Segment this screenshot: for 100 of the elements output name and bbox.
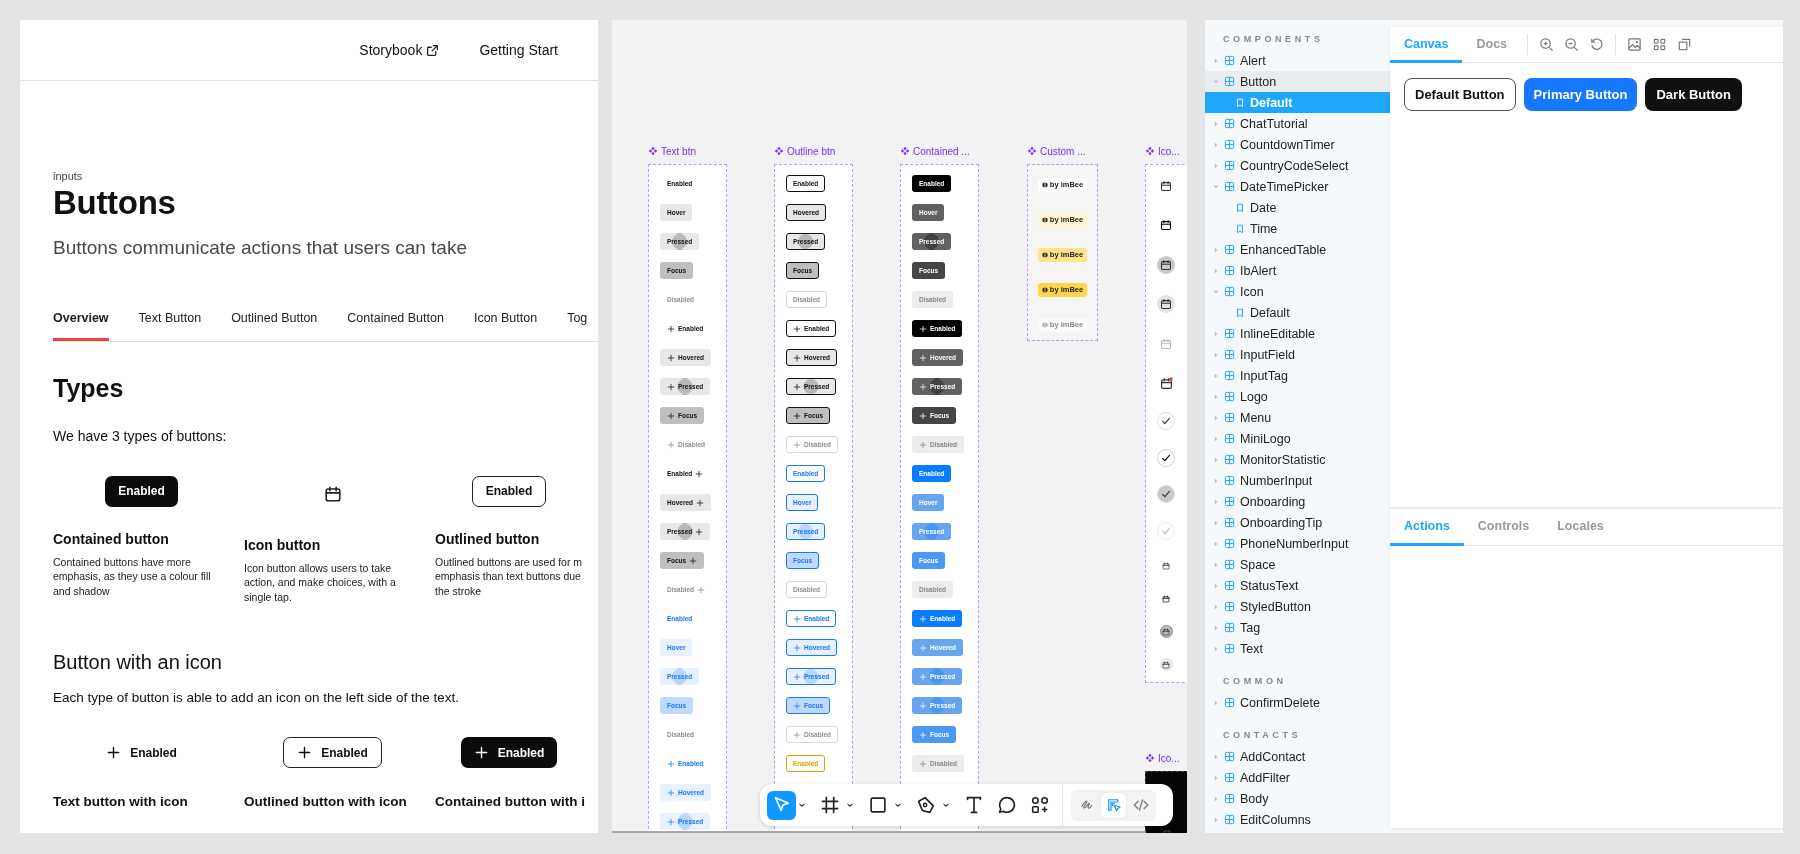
component-icon [1145,753,1155,763]
button[interactable]: Dark Button [1645,78,1742,111]
card-title: Text button with icon [53,792,189,811]
caret-icon [1213,183,1219,190]
tab[interactable]: Outlined Button [231,310,318,341]
plus-icon [793,701,801,710]
paragraph: Each type of button is able to add an icon on the left side of the text. [53,688,461,707]
scrollbar[interactable] [612,831,1146,833]
card-title: Contained button with i [435,792,586,811]
caret-icon [1213,120,1219,127]
plus-icon [919,411,927,420]
nav-link[interactable]: Getting Start [479,42,558,58]
caret-icon [1213,435,1219,442]
caret-icon [1213,561,1219,568]
sidebar-item[interactable]: EnhancedTable [1205,239,1390,260]
sidebar-item[interactable]: ChatTutorial [1205,113,1390,134]
tab[interactable]: Text Button [138,310,202,341]
sidebar-item[interactable]: InputTag [1205,365,1390,386]
button[interactable]: Primary Button [1523,78,1638,111]
button[interactable]: Enabled [93,737,190,769]
sidebar-item[interactable]: Logo [1205,386,1390,407]
caret-icon [1213,288,1219,295]
sidebar-item[interactable]: DateTimePicker [1205,176,1390,197]
plus-icon [667,324,675,333]
sidebar-item[interactable]: AddContact [1205,746,1390,767]
plus-icon [793,643,801,652]
sidebar-item[interactable]: Menu [1205,407,1390,428]
sidebar-item[interactable]: Icon [1205,281,1390,302]
plus-icon [697,585,706,594]
sidebar-item[interactable]: PhoneNumberInput [1205,533,1390,554]
section-heading: COMPONENTS [1222,33,1325,46]
page-subtitle: Buttons communicate actions that users can take [53,236,468,260]
plus-icon [106,745,122,761]
code-icon [1131,796,1150,814]
plus-icon [667,411,675,420]
sidebar-item[interactable]: IbAlert [1205,260,1390,281]
sidebar-item[interactable]: StyledButton [1205,596,1390,617]
sidebar-item[interactable]: MiniLogo [1205,428,1390,449]
plus-icon [919,440,927,449]
sidebar-item[interactable]: Body [1205,788,1390,809]
plus-icon [473,745,489,761]
plus-icon [793,353,801,362]
sidebar-item[interactable]: CountryCodeSelect [1205,155,1390,176]
frame-title: Ico... [1158,145,1180,157]
plus-icon [667,788,675,797]
frame-title: Outline btn [787,145,836,157]
tab[interactable]: Contained Button [347,310,444,341]
zoom-out-icon [1564,37,1580,52]
plus-icon [667,759,675,768]
sidebar-item[interactable]: AddFilter [1205,767,1390,788]
component-icon [1224,538,1235,549]
sidebar-item[interactable]: Text [1205,638,1390,659]
button[interactable]: Enabled [471,475,547,507]
nav-link[interactable]: Storybook [359,42,440,58]
frame-title: Custom ... [1040,145,1086,157]
sidebar-item[interactable]: Onboarding [1205,491,1390,512]
caret-icon [1213,498,1219,505]
sidebar-item[interactable]: Time [1205,218,1390,239]
card-description: Outlined buttons are used for m emphasis than text buttons due the stroke [435,555,584,598]
button[interactable]: Enabled [460,737,558,769]
plus-icon [919,324,927,333]
caret-icon [1213,699,1219,706]
sidebar-item[interactable]: MonitorStatistic [1205,449,1390,470]
sidebar-item[interactable]: Alert [1205,50,1390,71]
sidebar-item[interactable]: NumberInput [1205,470,1390,491]
sidebar-item[interactable]: ConfirmDelete [1205,692,1390,713]
caret-icon [1213,753,1219,760]
plus-icon [919,382,927,391]
component-icon [1224,265,1235,276]
button[interactable]: Enabled [105,475,178,507]
sidebar-item[interactable]: CountdownTimer [1205,134,1390,155]
logo-icon [1041,286,1048,293]
card-description: Icon button allows users to take action, and make choices, with a single tap. [244,561,397,604]
tab[interactable]: Tog [567,310,588,341]
plus-icon [919,759,927,768]
card-description: Contained buttons have more emphasis, as they use a colour fill and shadow [53,555,212,598]
sidebar-item[interactable]: Default [1205,302,1390,323]
sidebar-item[interactable]: Button [1205,71,1390,92]
sidebar-item[interactable]: StatusText [1205,575,1390,596]
caret-icon [1213,267,1219,274]
tab[interactable]: Icon Button [473,310,538,341]
component-icon [1224,697,1235,708]
component-icon [1224,391,1235,402]
sidebar-item[interactable]: InputField [1205,344,1390,365]
sidebar-item[interactable]: Space [1205,554,1390,575]
component-icon [1224,76,1235,87]
tab[interactable]: Overview [53,310,109,341]
sidebar-item[interactable]: Tag [1205,617,1390,638]
mode-button[interactable] [1101,792,1126,818]
button[interactable]: Default Button [1404,78,1516,111]
sidebar-item[interactable]: Date [1205,197,1390,218]
button[interactable]: Enabled [283,737,382,769]
grid-icon [1652,37,1668,52]
component-icon [1224,496,1235,507]
sidebar-item[interactable]: OnboardingTip [1205,512,1390,533]
caret-icon [894,801,902,809]
logo-icon [1041,181,1048,188]
component-icon [1224,559,1235,570]
sidebar-item[interactable]: EditColumns [1205,809,1390,830]
sidebar-item[interactable]: InlineEditable [1205,323,1390,344]
